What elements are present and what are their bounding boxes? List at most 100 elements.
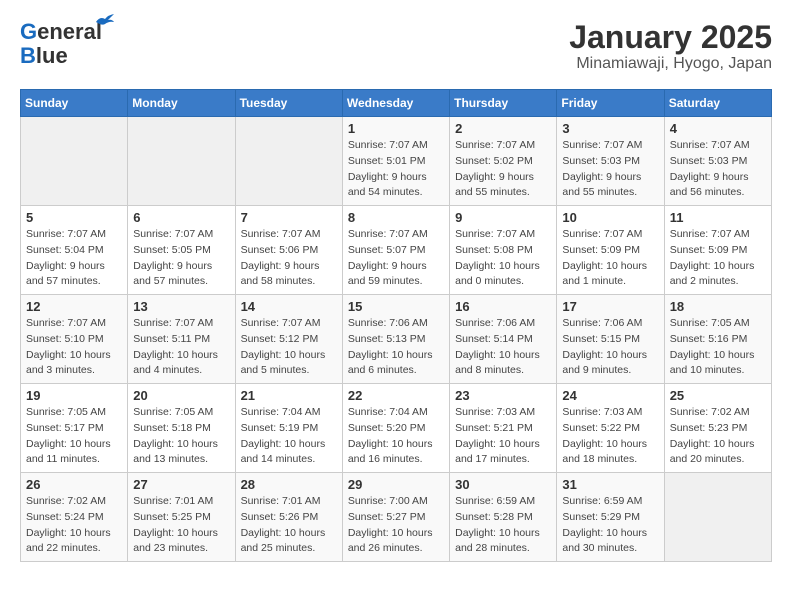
day-info: Sunrise: 7:07 AM Sunset: 5:09 PM Dayligh… [562,227,658,290]
calendar-cell: 1Sunrise: 7:07 AM Sunset: 5:01 PM Daylig… [342,117,449,206]
day-info: Sunrise: 7:03 AM Sunset: 5:22 PM Dayligh… [562,405,658,468]
calendar-cell: 13Sunrise: 7:07 AM Sunset: 5:11 PM Dayli… [128,295,235,384]
day-number: 4 [670,121,766,136]
day-number: 26 [26,477,122,492]
day-number: 25 [670,388,766,403]
logo: General Blue [20,20,102,68]
week-row-5: 26Sunrise: 7:02 AM Sunset: 5:24 PM Dayli… [21,473,772,562]
day-number: 31 [562,477,658,492]
day-number: 12 [26,299,122,314]
title-block: January 2025 Minamiawaji, Hyogo, Japan [569,20,772,73]
calendar-cell: 19Sunrise: 7:05 AM Sunset: 5:17 PM Dayli… [21,384,128,473]
day-info: Sunrise: 7:07 AM Sunset: 5:04 PM Dayligh… [26,227,122,290]
day-number: 2 [455,121,551,136]
calendar-cell [128,117,235,206]
calendar-cell: 27Sunrise: 7:01 AM Sunset: 5:25 PM Dayli… [128,473,235,562]
day-info: Sunrise: 7:07 AM Sunset: 5:12 PM Dayligh… [241,316,337,379]
day-number: 8 [348,210,444,225]
day-header-friday: Friday [557,90,664,117]
calendar-cell: 15Sunrise: 7:06 AM Sunset: 5:13 PM Dayli… [342,295,449,384]
calendar-cell: 21 Sunrise: 7:04 AM Sunset: 5:19 PM Dayli… [235,384,342,473]
calendar-cell: 10Sunrise: 7:07 AM Sunset: 5:09 PM Dayli… [557,206,664,295]
day-number: 9 [455,210,551,225]
day-info: Sunrise: 7:07 AM Sunset: 5:05 PM Dayligh… [133,227,229,290]
day-info: Sunrise: 7:07 AM Sunset: 5:06 PM Dayligh… [241,227,337,290]
calendar-cell: 9Sunrise: 7:07 AM Sunset: 5:08 PM Daylig… [450,206,557,295]
day-number: 22 [348,388,444,403]
calendar-cell [664,473,771,562]
day-info: Sunrise: 7:05 AM Sunset: 5:18 PM Dayligh… [133,405,229,468]
week-row-4: 19Sunrise: 7:05 AM Sunset: 5:17 PM Dayli… [21,384,772,473]
calendar-title: January 2025 [569,20,772,55]
day-info: Sunrise: 7:06 AM Sunset: 5:15 PM Dayligh… [562,316,658,379]
calendar-cell: 28Sunrise: 7:01 AM Sunset: 5:26 PM Dayli… [235,473,342,562]
calendar-cell [235,117,342,206]
day-number: 17 [562,299,658,314]
day-number: 19 [26,388,122,403]
calendar-header: SundayMondayTuesdayWednesdayThursdayFrid… [21,90,772,117]
day-number: 16 [455,299,551,314]
day-number: 23 [455,388,551,403]
logo-line2: Blue [20,44,102,68]
day-number: 11 [670,210,766,225]
logo-eneral: eneral [37,19,102,44]
calendar-cell: 3 Sunrise: 7:07 AM Sunset: 5:03 PM Daylig… [557,117,664,206]
day-info: Sunrise: 7:07 AM Sunset: 5:10 PM Dayligh… [26,316,122,379]
calendar-cell: 8 Sunrise: 7:07 AM Sunset: 5:07 PM Daylig… [342,206,449,295]
day-info: Sunrise: 7:00 AM Sunset: 5:27 PM Dayligh… [348,494,444,557]
calendar-cell: 26Sunrise: 7:02 AM Sunset: 5:24 PM Dayli… [21,473,128,562]
logo-line1: General [20,20,102,44]
day-info: Sunrise: 7:07 AM Sunset: 5:02 PM Dayligh… [455,138,551,201]
day-info: Sunrise: 7:07 AM Sunset: 5:11 PM Dayligh… [133,316,229,379]
calendar-cell: 2 Sunrise: 7:07 AM Sunset: 5:02 PM Daylig… [450,117,557,206]
logo-g: G [20,19,37,44]
calendar-cell: 18Sunrise: 7:05 AM Sunset: 5:16 PM Dayli… [664,295,771,384]
day-info: Sunrise: 7:07 AM Sunset: 5:03 PM Dayligh… [670,138,766,201]
week-row-1: 1Sunrise: 7:07 AM Sunset: 5:01 PM Daylig… [21,117,772,206]
calendar-cell: 5 Sunrise: 7:07 AM Sunset: 5:04 PM Daylig… [21,206,128,295]
day-number: 3 [562,121,658,136]
calendar-cell: 17 Sunrise: 7:06 AM Sunset: 5:15 PM Dayli… [557,295,664,384]
calendar-body: 1Sunrise: 7:07 AM Sunset: 5:01 PM Daylig… [21,117,772,562]
day-number: 14 [241,299,337,314]
page-header: General Blue January 2025 Minamiawaji, H… [20,20,772,73]
calendar-cell: 6Sunrise: 7:07 AM Sunset: 5:05 PM Daylig… [128,206,235,295]
day-info: Sunrise: 7:02 AM Sunset: 5:23 PM Dayligh… [670,405,766,468]
calendar-cell: 11 Sunrise: 7:07 AM Sunset: 5:09 PM Dayli… [664,206,771,295]
day-info: Sunrise: 7:06 AM Sunset: 5:13 PM Dayligh… [348,316,444,379]
day-info: Sunrise: 7:07 AM Sunset: 5:09 PM Dayligh… [670,227,766,290]
day-number: 29 [348,477,444,492]
logo-b: B [20,43,36,68]
day-header-wednesday: Wednesday [342,90,449,117]
calendar-cell: 7Sunrise: 7:07 AM Sunset: 5:06 PM Daylig… [235,206,342,295]
day-number: 5 [26,210,122,225]
day-number: 30 [455,477,551,492]
day-info: Sunrise: 7:07 AM Sunset: 5:01 PM Dayligh… [348,138,444,201]
calendar-cell: 16 Sunrise: 7:06 AM Sunset: 5:14 PM Dayli… [450,295,557,384]
bird-icon [94,14,116,30]
day-number: 21 [241,388,337,403]
calendar-cell: 30 Sunrise: 6:59 AM Sunset: 5:28 PM Dayli… [450,473,557,562]
day-info: Sunrise: 7:04 AM Sunset: 5:20 PM Dayligh… [348,405,444,468]
day-info: Sunrise: 7:05 AM Sunset: 5:16 PM Dayligh… [670,316,766,379]
day-header-sunday: Sunday [21,90,128,117]
day-header-thursday: Thursday [450,90,557,117]
calendar-cell: 4 Sunrise: 7:07 AM Sunset: 5:03 PM Daylig… [664,117,771,206]
day-info: Sunrise: 7:07 AM Sunset: 5:03 PM Dayligh… [562,138,658,201]
day-info: Sunrise: 7:06 AM Sunset: 5:14 PM Dayligh… [455,316,551,379]
day-number: 27 [133,477,229,492]
day-info: Sunrise: 6:59 AM Sunset: 5:28 PM Dayligh… [455,494,551,557]
calendar-cell: 22 Sunrise: 7:04 AM Sunset: 5:20 PM Dayli… [342,384,449,473]
day-info: Sunrise: 7:04 AM Sunset: 5:19 PM Dayligh… [241,405,337,468]
week-row-2: 5 Sunrise: 7:07 AM Sunset: 5:04 PM Daylig… [21,206,772,295]
calendar-cell: 29 Sunrise: 7:00 AM Sunset: 5:27 PM Dayli… [342,473,449,562]
day-info: Sunrise: 6:59 AM Sunset: 5:29 PM Dayligh… [562,494,658,557]
calendar-cell: 20Sunrise: 7:05 AM Sunset: 5:18 PM Dayli… [128,384,235,473]
day-info: Sunrise: 7:01 AM Sunset: 5:26 PM Dayligh… [241,494,337,557]
day-header-tuesday: Tuesday [235,90,342,117]
day-info: Sunrise: 7:07 AM Sunset: 5:07 PM Dayligh… [348,227,444,290]
day-info: Sunrise: 7:03 AM Sunset: 5:21 PM Dayligh… [455,405,551,468]
calendar-table: SundayMondayTuesdayWednesdayThursdayFrid… [20,89,772,562]
calendar-cell: 14 Sunrise: 7:07 AM Sunset: 5:12 PM Dayli… [235,295,342,384]
day-number: 24 [562,388,658,403]
